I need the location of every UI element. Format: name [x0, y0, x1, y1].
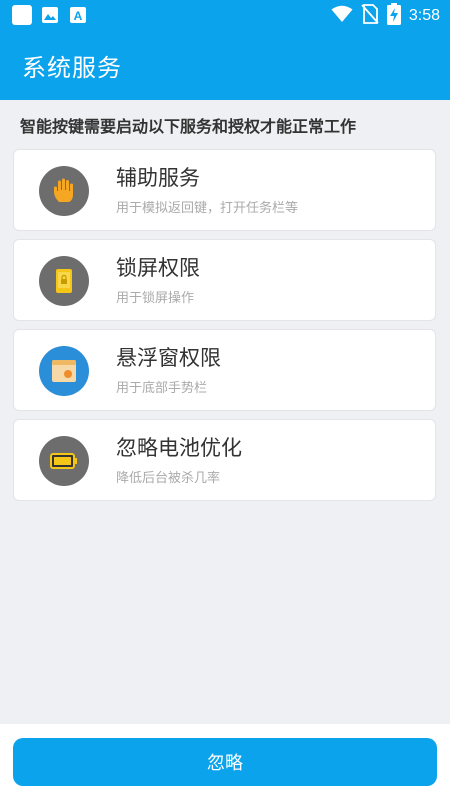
item-subtitle: 降低后台被杀几率 [116, 471, 221, 486]
a-letter-icon: A [68, 5, 88, 25]
status-bar: A 3:58 [0, 0, 450, 32]
item-title: 忽略电池优化 [116, 436, 242, 460]
floating-window-icon [39, 346, 89, 396]
battery-icon [39, 436, 89, 486]
wifi-icon [331, 5, 353, 27]
no-sim-icon [361, 4, 379, 28]
a-letter-glyph: A [74, 9, 83, 23]
item-title: 辅助服务 [116, 166, 200, 190]
hand-icon [39, 166, 89, 216]
item-subtitle: 用于锁屏操作 [116, 291, 195, 306]
app-square-icon [12, 5, 32, 25]
image-icon [40, 5, 60, 25]
system-icons: 3:58 [331, 3, 440, 29]
ignore-battery-optimization-item[interactable]: 忽略电池优化 降低后台被杀几率 [13, 419, 436, 501]
page-title: 系统服务 [22, 54, 122, 82]
floating-window-permission-item[interactable]: 悬浮窗权限 用于底部手势栏 [13, 329, 436, 411]
notification-icons: A [12, 5, 88, 25]
app-bar: 系统服务 [0, 32, 450, 100]
item-subtitle: 用于模拟返回键，打开任务栏等 [116, 201, 299, 216]
bottom-bar: 忽略 [0, 724, 450, 800]
lock-screen-permission-item[interactable]: 锁屏权限 用于锁屏操作 [13, 239, 436, 321]
ignore-button[interactable]: 忽略 [13, 738, 437, 786]
item-title: 悬浮窗权限 [116, 346, 221, 370]
status-time: 3:58 [408, 7, 440, 24]
battery-charging-icon [386, 3, 401, 29]
accessibility-service-item[interactable]: 辅助服务 用于模拟返回键，打开任务栏等 [13, 149, 436, 231]
item-title: 锁屏权限 [116, 256, 200, 280]
lock-phone-icon [39, 256, 89, 306]
item-subtitle: 用于底部手势栏 [116, 381, 208, 396]
intro-text: 智能按键需要启动以下服务和授权才能正常工作 [20, 117, 357, 136]
